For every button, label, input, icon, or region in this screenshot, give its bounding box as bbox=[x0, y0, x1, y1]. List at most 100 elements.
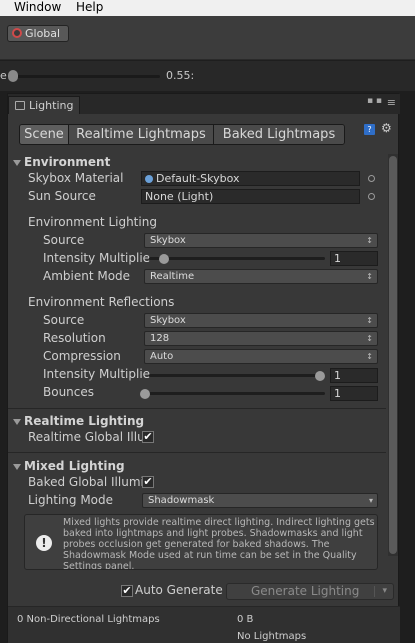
lighting-tab-icon bbox=[15, 101, 25, 110]
refl-intensity-value-field[interactable]: 1 bbox=[330, 368, 378, 383]
lightmaps-size-value: 0 B bbox=[237, 614, 254, 625]
lighting-window-tab[interactable]: Lighting bbox=[8, 96, 80, 114]
refl-intensity-label: Intensity Multiplie bbox=[43, 367, 151, 381]
skybox-material-picker-icon[interactable] bbox=[368, 175, 375, 182]
intensity-multiplier-label: Intensity Multiplie bbox=[43, 251, 151, 265]
compression-value: Auto bbox=[150, 351, 174, 362]
bounces-value: 1 bbox=[334, 387, 341, 400]
toolbar: Global bbox=[0, 16, 415, 60]
ambient-mode-label: Ambient Mode bbox=[43, 269, 131, 283]
section-divider bbox=[8, 452, 386, 453]
section-divider bbox=[8, 408, 386, 409]
global-label: Global bbox=[25, 27, 61, 40]
refl-intensity-slider-track[interactable] bbox=[149, 374, 325, 377]
bounces-value-field[interactable]: 1 bbox=[330, 386, 378, 401]
sun-source-field[interactable]: None (Light) bbox=[141, 189, 360, 204]
refl-source-dropdown[interactable]: Skybox ↕ bbox=[144, 313, 378, 328]
lighting-mode-dropdown[interactable]: Shadowmask ▾ bbox=[142, 493, 378, 508]
chevron-down-icon[interactable]: ▾ bbox=[382, 584, 387, 599]
help-icon[interactable]: ? bbox=[364, 124, 375, 135]
resolution-value: 128 bbox=[150, 333, 170, 344]
realtime-lighting-header[interactable]: Realtime Lighting bbox=[24, 414, 144, 428]
scene-slider-label: e bbox=[0, 69, 7, 82]
tab-baked-lightmaps[interactable]: Baked Lightmaps bbox=[214, 125, 344, 144]
env-source-label: Source bbox=[43, 233, 85, 247]
environment-lighting-label: Environment Lighting bbox=[28, 215, 157, 229]
intensity-value: 1 bbox=[334, 252, 341, 265]
ambient-mode-dropdown[interactable]: Realtime ↕ bbox=[144, 269, 378, 284]
lighting-tab-label: Lighting bbox=[29, 99, 74, 112]
environment-header[interactable]: Environment bbox=[24, 155, 110, 169]
resolution-label: Resolution bbox=[43, 331, 106, 345]
ambient-mode-value: Realtime bbox=[150, 271, 195, 282]
refl-source-value: Skybox bbox=[150, 315, 186, 326]
generate-lighting-button[interactable]: Generate Lighting ▾ bbox=[226, 583, 394, 600]
environment-reflections-label: Environment Reflections bbox=[28, 295, 175, 309]
scene-slider-handle[interactable] bbox=[8, 70, 18, 82]
button-divider bbox=[374, 586, 375, 597]
bounces-slider-track[interactable] bbox=[149, 392, 325, 395]
updown-arrow-icon: ↕ bbox=[366, 236, 373, 245]
skybox-material-label: Skybox Material bbox=[28, 171, 124, 185]
bounces-slider-handle[interactable] bbox=[140, 389, 150, 399]
generate-lighting-label: Generate Lighting bbox=[251, 584, 360, 598]
env-source-dropdown[interactable]: Skybox ↕ bbox=[144, 233, 378, 248]
global-toggle-button[interactable]: Global bbox=[7, 25, 69, 42]
window-options-icon[interactable]: ▪ ▪ bbox=[367, 96, 382, 106]
updown-arrow-icon: ↕ bbox=[366, 316, 373, 325]
realtime-gi-checkbox[interactable]: ✔ bbox=[142, 431, 154, 443]
scrollbar-thumb[interactable] bbox=[389, 156, 397, 554]
skybox-material-value: Default-Skybox bbox=[156, 172, 240, 185]
scene-slider-track[interactable] bbox=[10, 75, 160, 78]
tab-scene[interactable]: Scene bbox=[20, 125, 69, 144]
mixed-lighting-info-box: ! Mixed lights provide realtime direct l… bbox=[24, 514, 378, 570]
env-source-value: Skybox bbox=[150, 235, 186, 246]
mixed-lighting-info-text: Mixed lights provide realtime direct lig… bbox=[63, 517, 375, 570]
baked-gi-label: Baked Global Illumi bbox=[28, 475, 144, 489]
lighting-window: Lighting ▪ ▪ ≡ Scene Realtime Lightmaps … bbox=[7, 93, 400, 643]
mixed-foldout-arrow-icon[interactable] bbox=[13, 464, 21, 470]
resolution-dropdown[interactable]: 128 ↕ bbox=[144, 331, 378, 346]
environment-foldout-arrow-icon[interactable] bbox=[13, 160, 21, 166]
auto-generate-checkbox[interactable]: ✔ bbox=[121, 585, 133, 597]
window-menu-icon[interactable]: ≡ bbox=[387, 96, 396, 109]
lightmaps-count-label: 0 Non-Directional Lightmaps bbox=[17, 614, 160, 625]
updown-arrow-icon: ↕ bbox=[366, 272, 373, 281]
scene-slider-value: 0.55: bbox=[166, 69, 195, 82]
refl-source-label: Source bbox=[43, 313, 85, 327]
lightmap-stats-area: 0 Non-Directional Lightmaps 0 B No Light… bbox=[8, 606, 400, 643]
realtime-gi-label: Realtime Global Illu bbox=[28, 430, 145, 444]
compression-dropdown[interactable]: Auto ↕ bbox=[144, 349, 378, 364]
bounces-label: Bounces bbox=[43, 385, 95, 399]
sun-source-value: None (Light) bbox=[145, 190, 214, 203]
mixed-lighting-header[interactable]: Mixed Lighting bbox=[24, 459, 125, 473]
menubar: Window Help bbox=[0, 0, 415, 16]
gear-icon[interactable]: ⚙ bbox=[381, 121, 392, 135]
sun-source-picker-icon[interactable] bbox=[368, 193, 375, 200]
refl-intensity-slider-handle[interactable] bbox=[315, 371, 325, 381]
realtime-foldout-arrow-icon[interactable] bbox=[13, 419, 21, 425]
tab-realtime-lightmaps[interactable]: Realtime Lightmaps bbox=[69, 125, 214, 144]
window-tab-bar: Lighting ▪ ▪ ≡ bbox=[8, 94, 400, 114]
intensity-slider-handle[interactable] bbox=[159, 254, 169, 264]
lighting-mode-label: Lighting Mode bbox=[28, 493, 114, 507]
info-icon: ! bbox=[36, 535, 52, 551]
menu-window[interactable]: Window bbox=[14, 0, 61, 14]
updown-arrow-icon: ↕ bbox=[366, 334, 373, 343]
baked-gi-checkbox[interactable]: ✔ bbox=[142, 476, 154, 488]
skybox-material-icon bbox=[145, 175, 153, 183]
lightmaps-status-text: No Lightmaps bbox=[237, 631, 307, 642]
menu-help[interactable]: Help bbox=[76, 0, 103, 14]
refl-intensity-value: 1 bbox=[334, 369, 341, 382]
updown-arrow-icon: ↕ bbox=[366, 352, 373, 361]
sun-source-label: Sun Source bbox=[28, 189, 96, 203]
intensity-value-field[interactable]: 1 bbox=[330, 251, 378, 266]
chevron-down-icon: ▾ bbox=[368, 496, 373, 505]
lighting-tab-strip: Scene Realtime Lightmaps Baked Lightmaps bbox=[19, 124, 345, 145]
vertical-scrollbar[interactable] bbox=[388, 154, 398, 556]
skybox-material-field[interactable]: Default-Skybox bbox=[141, 171, 360, 186]
compression-label: Compression bbox=[43, 349, 121, 363]
lighting-mode-value: Shadowmask bbox=[148, 495, 215, 506]
intensity-slider-track[interactable] bbox=[149, 257, 325, 260]
auto-generate-label: Auto Generate bbox=[135, 583, 223, 597]
